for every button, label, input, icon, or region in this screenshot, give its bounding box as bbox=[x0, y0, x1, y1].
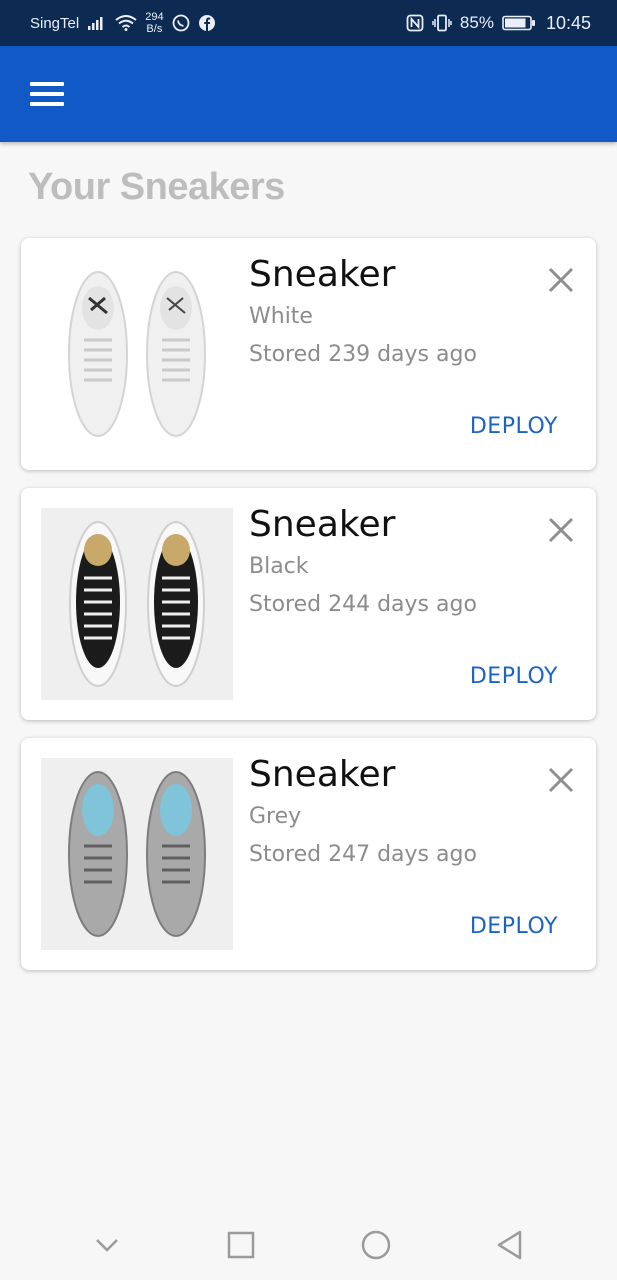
close-icon[interactable] bbox=[545, 764, 577, 796]
white-sneaker-pair-image bbox=[68, 271, 206, 437]
sneaker-image bbox=[41, 508, 233, 700]
sneaker-color: Grey bbox=[249, 804, 302, 829]
sneaker-image bbox=[41, 758, 233, 950]
home-circle-icon[interactable] bbox=[356, 1225, 396, 1265]
menu-line bbox=[30, 102, 64, 106]
sneaker-card[interactable]: Sneaker Grey Stored 247 days ago DEPLOY bbox=[21, 738, 596, 970]
clock: 10:45 bbox=[545, 12, 591, 33]
sneaker-name: Sneaker bbox=[249, 504, 396, 545]
sneaker-name: Sneaker bbox=[249, 254, 396, 295]
carrier-label: SingTel bbox=[30, 14, 80, 32]
navigation-bar bbox=[0, 1210, 617, 1280]
facebook-icon bbox=[198, 15, 215, 31]
status-bar-right: 85% 10:45 bbox=[406, 13, 591, 34]
wifi-icon bbox=[115, 15, 137, 31]
sneaker-card[interactable]: Sneaker White Stored 239 days ago DEPLOY bbox=[21, 238, 596, 470]
page-title: Your Sneakers bbox=[28, 166, 285, 208]
deploy-button[interactable]: DEPLOY bbox=[470, 914, 558, 939]
sneaker-stored-date: Stored 247 days ago bbox=[249, 842, 477, 867]
sneaker-color: White bbox=[249, 304, 313, 329]
whatsapp-icon bbox=[172, 14, 189, 32]
app-bar bbox=[0, 46, 617, 142]
vibrate-icon bbox=[432, 14, 452, 32]
network-speed: 294 B/s bbox=[145, 11, 163, 35]
back-triangle-icon[interactable] bbox=[490, 1225, 530, 1265]
hamburger-menu-icon[interactable] bbox=[30, 82, 66, 108]
status-bar-left: SingTel 294 B/s bbox=[30, 11, 216, 35]
status-bar: SingTel 294 B/s 85% 10:45 bbox=[0, 0, 617, 46]
grey-sneaker-pair-image bbox=[68, 771, 206, 937]
signal-icon bbox=[88, 17, 103, 30]
speed-unit: B/s bbox=[146, 23, 163, 35]
close-icon[interactable] bbox=[545, 514, 577, 546]
battery-icon bbox=[502, 15, 535, 31]
sneaker-stored-date: Stored 244 days ago bbox=[249, 592, 477, 617]
chevron-down-icon[interactable] bbox=[87, 1225, 127, 1265]
sneaker-card[interactable]: Sneaker Black Stored 244 days ago DEPLOY bbox=[21, 488, 596, 720]
recents-square-icon[interactable] bbox=[221, 1225, 261, 1265]
close-icon[interactable] bbox=[545, 264, 577, 296]
sneaker-image bbox=[41, 258, 233, 450]
menu-line bbox=[30, 82, 64, 86]
deploy-button[interactable]: DEPLOY bbox=[470, 414, 558, 439]
black-sneaker-pair-image bbox=[69, 521, 205, 687]
deploy-button[interactable]: DEPLOY bbox=[470, 664, 558, 689]
battery-percent: 85% bbox=[459, 13, 494, 32]
menu-line bbox=[30, 92, 64, 96]
speed-value: 294 bbox=[145, 11, 164, 23]
sneaker-color: Black bbox=[249, 554, 309, 579]
nfc-icon bbox=[406, 14, 424, 32]
sneaker-name: Sneaker bbox=[249, 754, 396, 795]
sneaker-stored-date: Stored 239 days ago bbox=[249, 342, 477, 367]
